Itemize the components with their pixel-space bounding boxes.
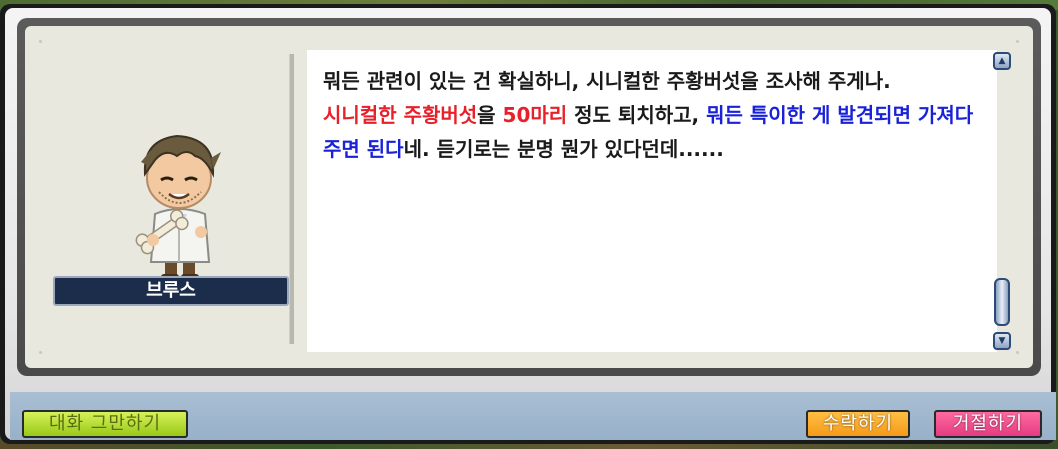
end-chat-button[interactable]: 대화 그만하기 bbox=[22, 410, 188, 438]
corner-dot bbox=[1016, 40, 1019, 43]
dialog-body: 브루스 뭐든 관련이 있는 건 확실하니, 시니컬한 주황버섯을 조사해 주게나… bbox=[5, 8, 1056, 440]
dialog-divider bbox=[289, 54, 294, 344]
corner-dot bbox=[39, 40, 42, 43]
dialogue-tail: 네. 듣기로는 분명 뭔가 있다던데...... bbox=[403, 137, 724, 161]
dialog-content-panel: 브루스 뭐든 관련이 있는 건 확실하니, 시니컬한 주황버섯을 조사해 주게나… bbox=[25, 26, 1033, 368]
npc-name-plate: 브루스 bbox=[53, 276, 289, 306]
dialogue-text: 뭐든 관련이 있는 건 확실하니, 시니컬한 주황버섯을 조사해 주게나. 시니… bbox=[307, 50, 997, 166]
dialogue-mid-text: 정도 퇴치하고, bbox=[567, 103, 707, 127]
accept-button[interactable]: 수락하기 bbox=[806, 410, 910, 438]
arrow-down-icon[interactable]: ▼ bbox=[993, 332, 1011, 350]
corner-dot bbox=[1016, 351, 1019, 354]
arrow-up-icon[interactable]: ▲ bbox=[993, 52, 1011, 70]
decline-button[interactable]: 거절하기 bbox=[934, 410, 1042, 438]
npc-dialog-window: 브루스 뭐든 관련이 있는 건 확실하니, 시니컬한 주황버섯을 조사해 주게나… bbox=[0, 4, 1056, 444]
npc-sprite bbox=[135, 134, 221, 282]
dialog-button-bar: 대화 그만하기 수락하기 거절하기 bbox=[10, 392, 1056, 440]
quest-target-mob: 시니컬한 주황버섯 bbox=[323, 103, 478, 127]
dialogue-line-1: 뭐든 관련이 있는 건 확실하니, 시니컬한 주황버섯을 조사해 주게나. bbox=[323, 69, 891, 93]
dialogue-particle: 을 bbox=[477, 103, 503, 127]
dialog-content-frame: 브루스 뭐든 관련이 있는 건 확실하니, 시니컬한 주황버섯을 조사해 주게나… bbox=[17, 18, 1041, 376]
corner-dot bbox=[39, 351, 42, 354]
quest-target-count: 50마리 bbox=[502, 103, 568, 127]
dialogue-scrollbar[interactable]: ▲ ▼ bbox=[993, 52, 1015, 350]
scrollbar-thumb[interactable] bbox=[994, 278, 1010, 326]
dialogue-text-box: 뭐든 관련이 있는 건 확실하니, 시니컬한 주황버섯을 조사해 주게나. 시니… bbox=[307, 50, 997, 352]
